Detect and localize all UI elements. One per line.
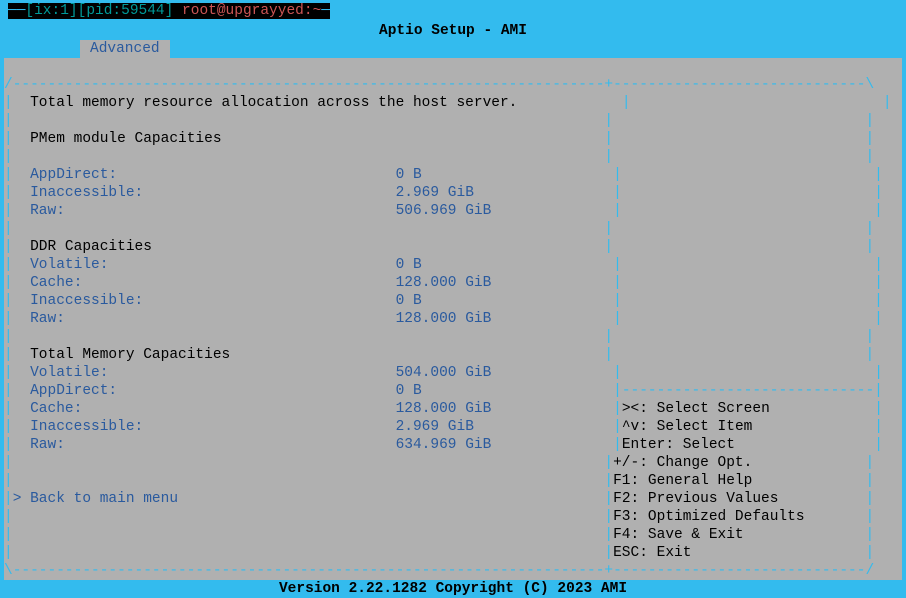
total-inaccessible-label: Inaccessible:: [30, 419, 143, 435]
help-change-opt: +/-: Change Opt.: [613, 455, 752, 471]
main-panel: /---------------------------------------…: [4, 58, 902, 580]
total-inaccessible-value: 2.969 GiB: [396, 419, 474, 435]
total-appdirect-value: 0 B: [396, 383, 422, 399]
footer: Version 2.22.1282 Copyright (C) 2023 AMI: [0, 580, 906, 598]
tab-bar: Advanced: [0, 40, 906, 58]
total-volatile-label: Volatile:: [30, 365, 108, 381]
pmem-appdirect-label: AppDirect:: [30, 167, 117, 183]
section-pmem: PMem module Capacities: [30, 131, 221, 147]
session-info: [ix:1][pid:59544]: [25, 3, 173, 19]
help-f1: F1: General Help: [613, 473, 752, 489]
total-raw-value: 634.969 GiB: [396, 437, 492, 453]
ddr-volatile-value: 0 B: [396, 257, 422, 273]
back-to-main-menu[interactable]: > Back to main menu: [13, 491, 178, 507]
version-text: Version 2.22.1282 Copyright (C) 2023 AMI: [279, 581, 627, 597]
total-cache-value: 128.000 GiB: [396, 401, 492, 417]
setup-title: Aptio Setup - AMI: [379, 23, 527, 39]
ddr-cache-value: 128.000 GiB: [396, 275, 492, 291]
total-volatile-value: 504.000 GiB: [396, 365, 492, 381]
ddr-raw-value: 128.000 GiB: [396, 311, 492, 327]
ddr-cache-label: Cache:: [30, 275, 82, 291]
setup-header: Aptio Setup - AMI: [0, 22, 906, 40]
help-f2: F2: Previous Values: [613, 491, 778, 507]
help-enter: Enter: Select: [622, 437, 735, 453]
total-appdirect-label: AppDirect:: [30, 383, 117, 399]
help-f3: F3: Optimized Defaults: [613, 509, 804, 525]
ddr-inaccessible-label: Inaccessible:: [30, 293, 143, 309]
pmem-raw-label: Raw:: [30, 203, 65, 219]
pmem-inaccessible-label: Inaccessible:: [30, 185, 143, 201]
pmem-raw-value: 506.969 GiB: [396, 203, 492, 219]
ddr-volatile-label: Volatile:: [30, 257, 108, 273]
description: Total memory resource allocation across …: [30, 95, 517, 111]
help-select-item: ^v: Select Item: [622, 419, 753, 435]
ddr-raw-label: Raw:: [30, 311, 65, 327]
help-f4: F4: Save & Exit: [613, 527, 744, 543]
terminal-titlebar: ──[ix:1][pid:59544] root@upgrayyed:~─: [0, 0, 906, 22]
pmem-inaccessible-value: 2.969 GiB: [396, 185, 474, 201]
pmem-appdirect-value: 0 B: [396, 167, 422, 183]
ddr-inaccessible-value: 0 B: [396, 293, 422, 309]
section-total: Total Memory Capacities: [30, 347, 230, 363]
total-raw-label: Raw:: [30, 437, 65, 453]
help-esc: ESC: Exit: [613, 545, 691, 561]
user-host: root@upgrayyed:~: [182, 3, 321, 19]
section-ddr: DDR Capacities: [30, 239, 152, 255]
tab-advanced[interactable]: Advanced: [80, 40, 170, 58]
help-select-screen: ><: Select Screen: [622, 401, 770, 417]
total-cache-label: Cache:: [30, 401, 82, 417]
